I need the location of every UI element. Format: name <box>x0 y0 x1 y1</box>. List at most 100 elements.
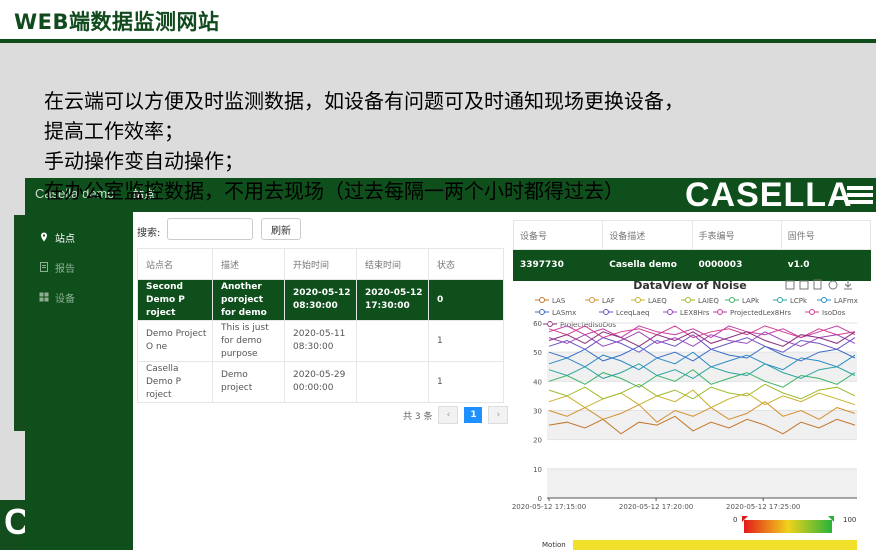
table-cell: Casella Demo P roject <box>137 361 213 403</box>
location-pin-icon <box>41 232 47 242</box>
device-table: 设备号 设备描述 手表编号 固件号 3397730 Casella demo 0… <box>512 220 872 281</box>
column-header[interactable]: 描述 <box>212 248 285 280</box>
column-header[interactable]: 结束时间 <box>356 248 429 280</box>
table-cell: This is just for demo purpose <box>212 320 285 362</box>
table-cell: 2020-05-29 00:00:00 <box>284 361 357 403</box>
table-cell <box>356 320 429 362</box>
bullet-line: 在办公室监控数据，不用去现场（过去每隔一两个小时都得过去） <box>44 179 624 203</box>
chart-title: DataView of Noise <box>633 279 747 292</box>
sidebar-item-label: 设备 <box>55 293 75 305</box>
legend-marker <box>777 297 783 303</box>
legend-marker <box>539 309 545 315</box>
motion-heat-strip <box>573 540 857 550</box>
chart-toolbox <box>785 279 852 290</box>
colorbar-max-label: 100 <box>843 516 856 524</box>
table-cell: 1 <box>428 361 504 403</box>
legend-label[interactable]: LceqLaeq <box>616 309 649 317</box>
sidebar-item-label: 报告 <box>55 263 75 275</box>
search-label: 搜索: <box>137 228 161 239</box>
zoom-icon[interactable] <box>785 280 795 290</box>
legend-marker <box>635 297 641 303</box>
table-cell: 2020-05-12 17:30:00 <box>356 279 429 321</box>
table-header-row: 设备号 设备描述 手表编号 固件号 <box>512 220 872 250</box>
page-number-button[interactable]: 1 <box>464 407 483 423</box>
x-tick-label: 2020-05-12 17:15:00 <box>512 503 586 511</box>
table-cell: Demo Project O ne <box>137 320 213 362</box>
table-row[interactable]: Demo Project O ne This is just for demo … <box>137 320 504 362</box>
grid-band <box>547 468 857 498</box>
pagination: 共 3 条 ‹ 1 › <box>403 406 509 424</box>
download-icon[interactable] <box>844 280 852 290</box>
sidebar: 站点 报告 设备 <box>25 212 133 550</box>
table-cell: 1 <box>428 320 504 362</box>
legend-marker <box>717 309 723 315</box>
logo-stripes-icon <box>847 186 873 207</box>
legend-label[interactable]: ProjectedLex8Hrs <box>730 309 791 317</box>
column-header: 手表编号 <box>691 220 782 250</box>
chart-legend: LAS LAF LAEQ LAIEQ LAPk LCPk LAFmx LASmx LceqLae… <box>535 297 858 329</box>
table-cell: Second Demo P roject <box>137 279 213 321</box>
colorbar-min-label: 0 <box>733 516 737 524</box>
refresh-button[interactable]: 刷新 <box>261 218 301 240</box>
legend-label[interactable]: LASmx <box>552 309 576 317</box>
total-count: 共 3 条 <box>403 411 433 422</box>
search-input[interactable] <box>167 218 253 240</box>
sidebar-item-label: 站点 <box>55 233 75 245</box>
data-view-icon[interactable] <box>813 279 822 290</box>
sidebar-item-reports[interactable]: 报告 <box>39 258 75 276</box>
zoom-reset-icon[interactable] <box>799 280 809 290</box>
legend-marker <box>685 297 691 303</box>
legend-label[interactable]: LEX8Hrs <box>680 309 710 317</box>
app-screenshot: Casella demo 站点 CASELLA 站点 报告 设备 搜索: 刷新 … <box>25 178 876 550</box>
legend-label[interactable]: LAS <box>552 297 566 305</box>
slide-title: WEB端数据监测网站 <box>14 10 220 34</box>
legend-label[interactable]: LAEQ <box>648 297 667 305</box>
table-cell: Demo project <box>212 361 285 403</box>
legend-label[interactable]: LAPk <box>742 297 760 305</box>
y-tick-label: 20 <box>533 437 542 445</box>
sidebar-item-devices[interactable]: 设备 <box>39 288 75 306</box>
y-tick-label: 0 <box>538 495 542 503</box>
table-row[interactable]: Second Demo P roject Another poroject fo… <box>137 279 504 321</box>
series-line <box>548 383 856 400</box>
legend-label[interactable]: LAF <box>602 297 615 305</box>
motion-label: Motion <box>542 541 566 549</box>
column-header[interactable]: 站点名 <box>137 248 213 280</box>
table-cell <box>356 361 429 403</box>
title-underline <box>0 39 876 43</box>
table-header-row: 站点名 描述 开始时间 结束时间 状态 <box>137 248 504 280</box>
legend-marker <box>729 297 735 303</box>
prev-page-button[interactable]: ‹ <box>438 406 459 424</box>
legend-label[interactable]: IsoDos <box>822 309 846 317</box>
noise-chart: DataView of Noise LAS LAF LAEQ LAIEQ LAPk LCP… <box>512 279 858 550</box>
legend-marker <box>547 321 553 327</box>
y-tick-label: 40 <box>533 378 542 386</box>
column-header[interactable]: 开始时间 <box>284 248 357 280</box>
plot-area: 0 10 20 30 40 50 60 2020-05-12 17:15:00 2020-05-… <box>512 320 857 550</box>
colorbar <box>744 520 832 533</box>
restore-icon[interactable] <box>828 280 838 290</box>
document-icon <box>40 262 48 272</box>
column-header[interactable]: 状态 <box>428 248 504 280</box>
column-header: 固件号 <box>780 220 872 250</box>
table-row[interactable]: Casella Demo P roject Demo project 2020-… <box>137 361 504 403</box>
legend-label[interactable]: LAFmx <box>834 297 858 305</box>
grid-icon <box>39 292 49 302</box>
y-tick-label: 30 <box>533 408 542 416</box>
legend-marker <box>589 297 595 303</box>
legend-label[interactable]: LAIEQ <box>698 297 719 305</box>
table-cell: Another poroject for demo <box>212 279 285 321</box>
y-tick-label: 10 <box>533 466 542 474</box>
bullet-line: 手动操作变自动操作； <box>44 149 244 173</box>
table-cell: 0 <box>428 279 504 321</box>
legend-marker <box>809 309 815 315</box>
legend-label[interactable]: LCPk <box>790 297 808 305</box>
slide-title-bar: WEB端数据监测网站 <box>0 0 876 40</box>
x-tick-label: 2020-05-12 17:20:00 <box>619 503 693 511</box>
bullet-line: 提高工作效率； <box>44 119 184 143</box>
legend-marker <box>603 309 609 315</box>
legend-marker <box>821 297 827 303</box>
site-table: 站点名 描述 开始时间 结束时间 状态 Second Demo P roject… <box>137 248 504 403</box>
table-cell: 2020-05-12 08:30:00 <box>284 279 357 321</box>
sidebar-item-sites[interactable]: 站点 <box>39 228 75 246</box>
